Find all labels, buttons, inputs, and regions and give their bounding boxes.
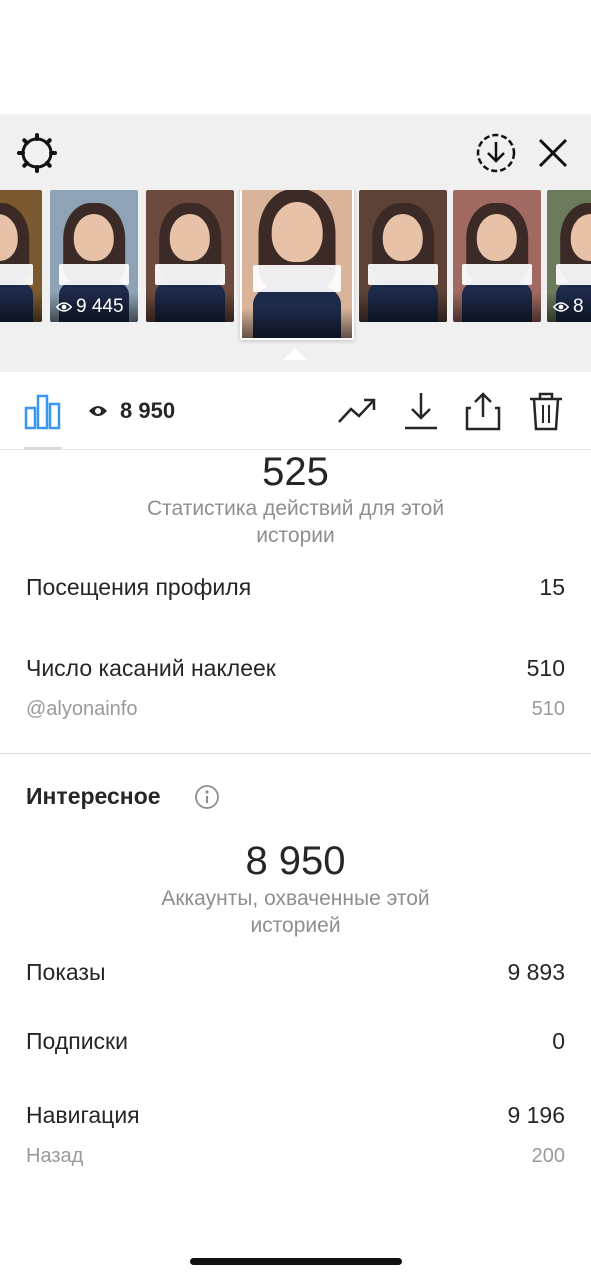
preview-face bbox=[271, 201, 323, 262]
preview-caption bbox=[0, 263, 34, 286]
stat-row-sticker-taps: Число касаний наклеек 510 bbox=[26, 655, 565, 682]
stat-value: 0 bbox=[552, 1028, 565, 1054]
thumbnail-shade bbox=[453, 292, 541, 322]
active-story-pointer bbox=[283, 348, 307, 360]
discovery-title: Интересное bbox=[26, 783, 161, 809]
stat-sublabel: Назад bbox=[26, 1145, 84, 1167]
story-thumbnail[interactable] bbox=[453, 190, 541, 322]
stat-subrow-mention: @alyonainfo 510 bbox=[26, 698, 565, 721]
stat-value: 9 893 bbox=[507, 959, 565, 985]
thumbnail-shade bbox=[359, 292, 447, 322]
story-action-bar: 8 950 bbox=[0, 372, 591, 450]
stat-label: Показы bbox=[26, 959, 106, 985]
thumbnail-views-count: 8 bbox=[573, 296, 584, 317]
download-icon[interactable] bbox=[402, 390, 440, 432]
share-icon[interactable] bbox=[464, 390, 502, 432]
preview-face bbox=[169, 213, 211, 262]
thumbnail-shade bbox=[146, 292, 234, 322]
story-thumbnail[interactable]: 447 bbox=[0, 190, 42, 322]
thumbnail-views: 9 445 bbox=[56, 296, 124, 318]
actions-total: 525 bbox=[262, 450, 329, 494]
reach-total: 8 950 bbox=[245, 839, 346, 883]
section-divider bbox=[0, 753, 591, 754]
home-indicator bbox=[190, 1258, 402, 1265]
thumbnail-views-count: 9 445 bbox=[76, 296, 124, 317]
stat-subvalue: 200 bbox=[531, 1145, 565, 1167]
eye-icon bbox=[553, 302, 569, 312]
stat-subrow-back: Назад 200 bbox=[26, 1145, 565, 1168]
preview-caption bbox=[253, 264, 341, 292]
reach-caption: Аккаунты, охваченные этой историей bbox=[161, 887, 430, 937]
trash-icon[interactable] bbox=[527, 390, 565, 432]
preview-caption bbox=[58, 263, 130, 286]
eye-icon bbox=[89, 406, 107, 416]
close-icon[interactable] bbox=[534, 134, 572, 172]
preview-caption bbox=[154, 263, 226, 286]
stats-icon[interactable] bbox=[24, 392, 62, 430]
trend-icon[interactable] bbox=[336, 394, 378, 428]
stat-sublabel: @alyonainfo bbox=[26, 698, 138, 720]
thumbnail-shade bbox=[0, 292, 42, 322]
preview-caption bbox=[555, 263, 591, 286]
stat-row-impressions: Показы 9 893 bbox=[26, 959, 565, 986]
thumbnail-views: 8 bbox=[553, 296, 584, 318]
stat-label: Подписки bbox=[26, 1028, 128, 1054]
stat-value: 9 196 bbox=[507, 1102, 565, 1128]
actions-caption: Статистика действий для этой истории bbox=[146, 497, 445, 547]
stat-label: Посещения профиля bbox=[26, 574, 252, 600]
thumbnail-shade bbox=[242, 308, 352, 338]
story-area: 447 9 445 8 bbox=[0, 114, 591, 372]
preview-face bbox=[73, 213, 115, 262]
story-thumbnail[interactable]: 8 bbox=[547, 190, 591, 322]
eye-icon bbox=[56, 302, 72, 312]
stat-subvalue: 510 bbox=[531, 698, 565, 720]
stat-value: 510 bbox=[526, 655, 565, 681]
story-thumbnail[interactable]: 9 445 bbox=[50, 190, 138, 322]
preview-caption bbox=[367, 263, 439, 286]
preview-face bbox=[382, 213, 424, 262]
stat-row-profile-visits: Посещения профиля 15 bbox=[26, 574, 565, 601]
story-thumbnail[interactable] bbox=[359, 190, 447, 322]
download-circle-icon[interactable] bbox=[474, 131, 518, 175]
stat-label: Число касаний наклеек bbox=[26, 655, 276, 681]
viewers-count[interactable]: 8 950 bbox=[120, 398, 175, 424]
story-thumbnail[interactable] bbox=[146, 190, 234, 322]
stat-row-follows: Подписки 0 bbox=[26, 1028, 565, 1055]
preview-face bbox=[476, 213, 518, 262]
story-thumbnail-strip: 447 9 445 8 bbox=[0, 190, 591, 350]
story-thumbnail-active[interactable] bbox=[240, 190, 354, 340]
preview-caption bbox=[461, 263, 533, 286]
stat-value: 15 bbox=[539, 574, 565, 600]
gear-icon[interactable] bbox=[16, 132, 58, 174]
stat-label: Навигация bbox=[26, 1102, 140, 1128]
story-top-bar bbox=[0, 114, 591, 186]
stat-row-navigation: Навигация 9 196 bbox=[26, 1102, 565, 1129]
info-icon[interactable] bbox=[194, 784, 220, 810]
